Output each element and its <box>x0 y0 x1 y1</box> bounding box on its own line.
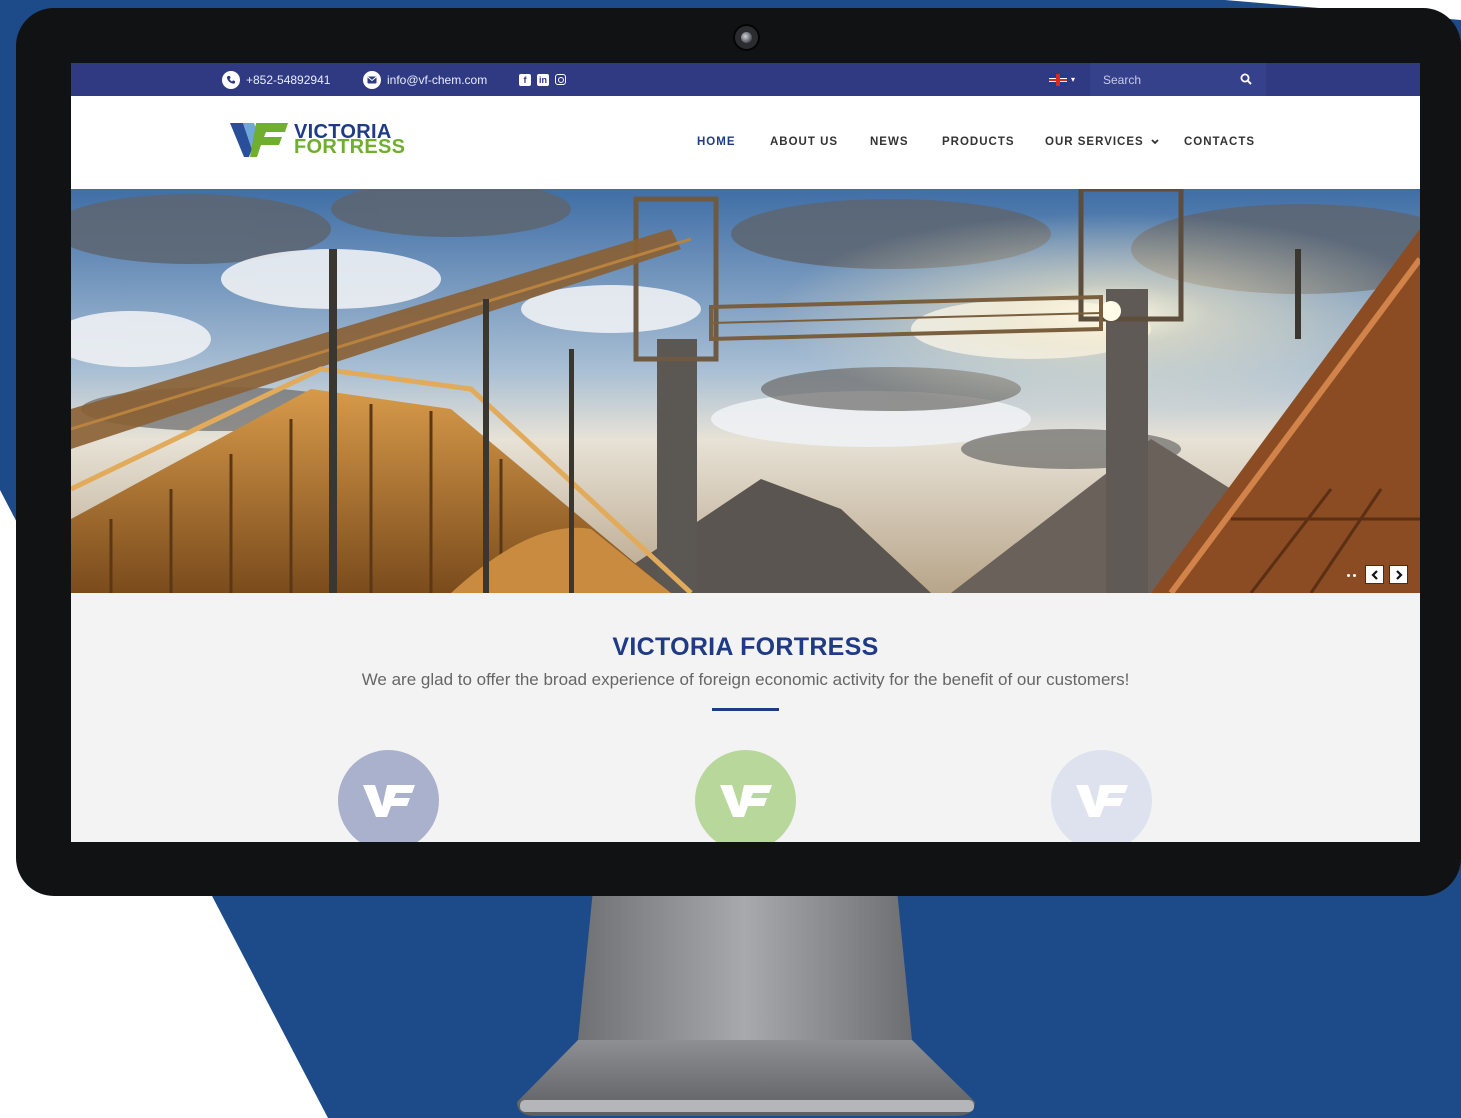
search-box <box>1090 63 1266 96</box>
nav-products[interactable]: PRODUCTS <box>942 136 1015 148</box>
webcam-icon <box>733 24 760 51</box>
phone-icon <box>222 70 240 89</box>
slider-prev-button[interactable] <box>1365 565 1384 584</box>
vf-logo-icon <box>1075 784 1128 817</box>
facebook-icon[interactable]: f <box>519 73 531 86</box>
logo-wordmark: VICTORIA FORTRESS <box>294 122 406 158</box>
email-contact[interactable]: info@vf-chem.com <box>363 63 487 96</box>
phone-contact[interactable]: +852-54892941 <box>222 63 330 96</box>
search-icon[interactable] <box>1240 73 1252 85</box>
website-screen: +852-54892941 info@vf-chem.com f in ▾ Se… <box>71 63 1420 842</box>
hero-slider <box>71 189 1420 593</box>
vf-logo-icon <box>719 784 772 817</box>
intro-subtitle: We are glad to offer the broad experienc… <box>361 670 1130 689</box>
logo-line-2: FORTRESS <box>294 136 406 158</box>
feature-badge-2 <box>695 750 796 842</box>
envelope-icon <box>363 70 381 89</box>
chevron-right-icon <box>1395 569 1403 580</box>
chevron-left-icon <box>1370 569 1378 580</box>
product-mockup: +852-54892941 info@vf-chem.com f in ▾ Se… <box>0 0 1461 1118</box>
nav-our-services[interactable]: OUR SERVICES <box>1045 136 1160 148</box>
nav-home[interactable]: HOME <box>697 136 736 148</box>
slider-next-button[interactable] <box>1389 565 1408 584</box>
linkedin-icon[interactable]: in <box>537 73 549 86</box>
nav-news[interactable]: NEWS <box>870 136 909 148</box>
chevron-down-icon <box>1151 139 1159 145</box>
search-input[interactable] <box>1090 72 1230 87</box>
language-selector[interactable]: ▾ <box>1049 63 1075 96</box>
vf-logo-icon <box>362 784 415 817</box>
nav-about-us[interactable]: ABOUT US <box>770 136 838 148</box>
divider-line <box>712 708 779 711</box>
feature-badge-3 <box>1051 750 1152 842</box>
email-address: info@vf-chem.com <box>387 72 488 87</box>
intro-title: VICTORIA FORTRESS <box>612 633 879 661</box>
slider-dot[interactable] <box>1353 574 1356 577</box>
nav-our-services-label: OUR SERVICES <box>1045 136 1144 148</box>
nav-contacts[interactable]: CONTACTS <box>1184 136 1255 148</box>
caret-down-icon: ▾ <box>1071 75 1076 84</box>
instagram-icon[interactable] <box>555 74 566 85</box>
vf-logo-icon <box>230 123 288 157</box>
uk-flag-icon <box>1049 73 1067 86</box>
phone-number: +852-54892941 <box>246 72 331 87</box>
slider-dot[interactable] <box>1347 574 1350 577</box>
feature-badge-1 <box>338 750 439 842</box>
top-bar: +852-54892941 info@vf-chem.com f in ▾ <box>71 63 1420 96</box>
site-logo[interactable]: VICTORIA FORTRESS <box>230 120 405 160</box>
social-links: f in <box>519 63 572 96</box>
hero-image <box>71 189 1420 593</box>
site-header: VICTORIA FORTRESS HOME ABOUT US NEWS PRO… <box>71 96 1420 189</box>
